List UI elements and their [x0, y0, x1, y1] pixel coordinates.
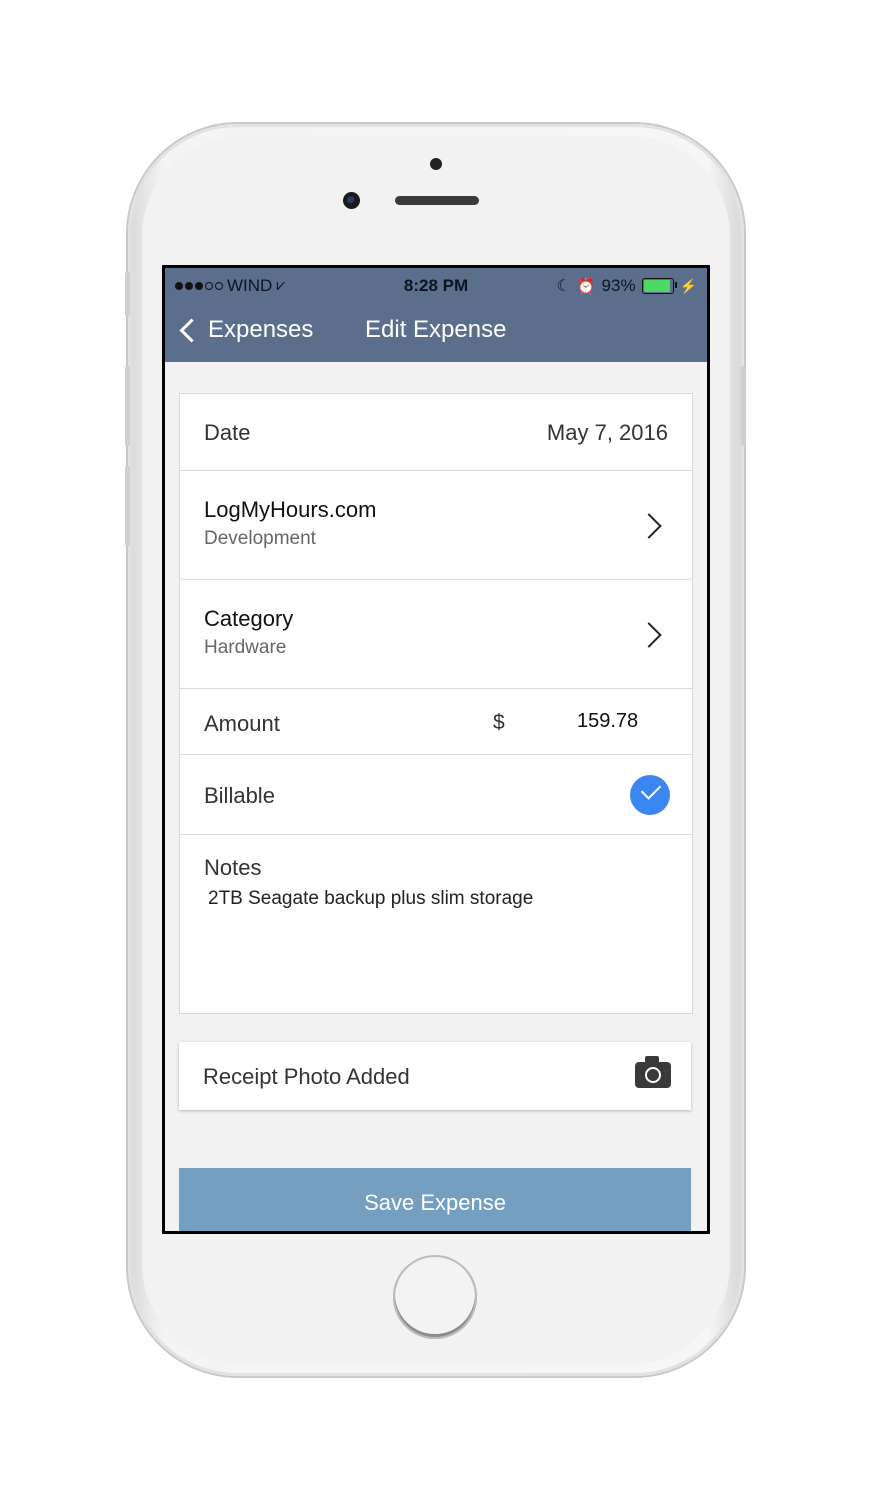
receipt-label: Receipt Photo Added — [203, 1064, 410, 1089]
category-row[interactable]: Category Hardware — [180, 580, 692, 689]
amount-row: Amount $ 159.78 — [180, 689, 692, 755]
battery-icon — [641, 278, 677, 294]
billable-row[interactable]: Billable — [180, 755, 692, 835]
notes-label: Notes — [204, 855, 262, 880]
amount-input[interactable]: 159.78 — [577, 710, 638, 733]
amount-label: Amount — [204, 711, 280, 736]
notes-row: Notes 2TB Seagate backup plus slim stora… — [180, 835, 692, 1013]
volume-down-button — [125, 466, 130, 546]
power-button — [741, 366, 746, 446]
billable-label: Billable — [204, 783, 275, 808]
status-indicators: ☾ ⏰ 93% ⚡ — [557, 276, 698, 296]
camera-icon[interactable] — [635, 1056, 671, 1088]
chevron-left-icon — [179, 317, 204, 343]
navigation-bar: Expenses Edit Expense — [165, 302, 707, 362]
proximity-sensor — [430, 158, 442, 170]
date-label: Date — [204, 420, 251, 445]
billable-checkbox[interactable] — [630, 775, 670, 815]
back-label: Expenses — [208, 316, 314, 343]
back-button[interactable]: Expenses — [177, 316, 313, 344]
earpiece-speaker — [395, 196, 479, 205]
volume-up-button — [125, 366, 130, 446]
charging-icon: ⚡ — [679, 277, 697, 294]
date-value[interactable]: May 7, 2016 — [547, 420, 668, 446]
notes-input[interactable]: 2TB Seagate backup plus slim storage — [208, 888, 533, 910]
currency-symbol: $ — [493, 711, 505, 734]
expense-form-card: Date May 7, 2016 LogMyHours.com Developm… — [179, 393, 693, 1014]
battery-percent: 93% — [601, 276, 636, 295]
client-project-row[interactable]: LogMyHours.com Development — [180, 471, 692, 580]
status-bar: WIND ⩗ 8:28 PM ☾ ⏰ 93% ⚡ — [165, 268, 707, 302]
app-screen: WIND ⩗ 8:28 PM ☾ ⏰ 93% ⚡ Expenses Edit E… — [165, 268, 707, 1231]
alarm-icon: ⏰ — [576, 278, 596, 295]
category-value: Hardware — [204, 637, 287, 658]
save-expense-button[interactable]: Save Expense — [179, 1168, 691, 1231]
date-row[interactable]: Date May 7, 2016 — [180, 394, 692, 471]
mute-switch — [125, 272, 130, 316]
chevron-right-icon — [636, 513, 662, 539]
phone-screen: WIND ⩗ 8:28 PM ☾ ⏰ 93% ⚡ Expenses Edit E… — [162, 265, 710, 1234]
moon-icon: ☾ — [556, 278, 571, 295]
front-camera — [343, 192, 360, 209]
client-name: LogMyHours.com — [204, 497, 377, 522]
battery-fill — [643, 280, 670, 292]
page-title: Edit Expense — [365, 316, 507, 343]
receipt-photo-button[interactable]: Receipt Photo Added — [179, 1042, 691, 1110]
project-name: Development — [204, 528, 316, 549]
home-button[interactable] — [393, 1255, 477, 1339]
chevron-right-icon — [636, 622, 662, 648]
category-label: Category — [204, 606, 294, 631]
